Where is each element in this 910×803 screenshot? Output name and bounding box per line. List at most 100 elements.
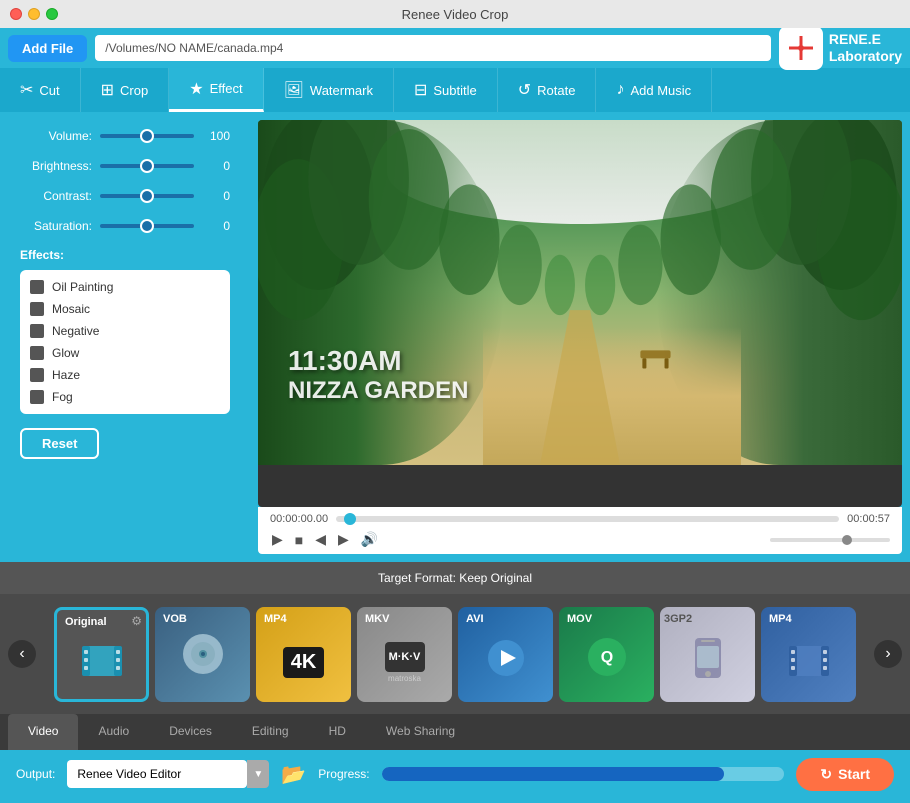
effect-oil-painting[interactable]: Oil Painting: [28, 276, 222, 298]
video-overlay-text: 11:30AM NIZZA GARDEN: [288, 345, 468, 405]
brightness-label: Brightness:: [20, 159, 92, 173]
volume-button[interactable]: 🔊: [359, 529, 380, 550]
tab-effect[interactable]: ★ Effect: [169, 68, 263, 112]
output-tab-web-sharing[interactable]: Web Sharing: [366, 714, 475, 750]
output-input[interactable]: [67, 760, 247, 788]
format-item-original[interactable]: ⚙ Original: [54, 607, 149, 702]
effect-glow[interactable]: Glow: [28, 342, 222, 364]
output-tabs: Video Audio Devices Editing HD Web Shari…: [0, 714, 910, 750]
contrast-slider-container: [100, 188, 194, 204]
video-container: 11:30AM NIZZA GARDEN: [258, 120, 902, 507]
format-prev-button[interactable]: ‹: [8, 640, 36, 668]
haze-label: Haze: [52, 368, 80, 382]
video-panel: 11:30AM NIZZA GARDEN 00:00:00.00 00:00:5…: [250, 112, 910, 562]
saturation-row: Saturation: 0: [20, 218, 230, 234]
output-input-wrap: ▼: [67, 760, 269, 788]
format-item-mov[interactable]: MOV Q: [559, 607, 654, 702]
format-label: Target Format: Keep Original: [378, 571, 532, 585]
output-tab-video[interactable]: Video: [8, 714, 78, 750]
effects-list: Oil Painting Mosaic Negative Glow Haze F…: [20, 270, 230, 414]
timeline-track[interactable]: [336, 516, 839, 522]
output-dropdown-button[interactable]: ▼: [247, 760, 269, 788]
mp4-4k-label: MP4: [264, 613, 287, 625]
tab-subtitle[interactable]: ⊟ Subtitle: [394, 68, 498, 112]
contrast-slider[interactable]: [100, 194, 194, 198]
output-tab-hd[interactable]: HD: [309, 714, 366, 750]
volume-label: Volume:: [20, 129, 92, 143]
tab-watermark[interactable]: 🖼 Watermark: [264, 68, 394, 112]
vob-label: VOB: [163, 613, 187, 625]
timeline-row: 00:00:00.00 00:00:57: [266, 513, 894, 525]
gear-icon: ⚙: [131, 614, 142, 628]
volume-row: Volume: 100: [20, 128, 230, 144]
saturation-value: 0: [202, 219, 230, 233]
frame-prev-button[interactable]: ◀: [313, 529, 328, 550]
format-item-avi[interactable]: AVI: [458, 607, 553, 702]
effect-haze[interactable]: Haze: [28, 364, 222, 386]
tab-cut[interactable]: ✂ Cut: [0, 68, 81, 112]
controls-row: ▶ ■ ◀ ▶ 🔊: [266, 525, 894, 550]
crop-icon: ⊞: [101, 80, 114, 100]
mp4-label: MP4: [769, 613, 792, 625]
effect-negative[interactable]: Negative: [28, 320, 222, 342]
volume-thumb[interactable]: [842, 535, 852, 545]
saturation-slider[interactable]: [100, 224, 194, 228]
effect-fog[interactable]: Fog: [28, 386, 222, 408]
volume-slider[interactable]: [100, 134, 194, 138]
fog-checkbox[interactable]: [30, 390, 44, 404]
format-item-mp4-4k[interactable]: MP4 4K: [256, 607, 351, 702]
tab-rotate[interactable]: ↺ Rotate: [498, 68, 597, 112]
effects-label: Effects:: [20, 248, 230, 262]
volume-track[interactable]: [770, 538, 890, 542]
output-tab-audio[interactable]: Audio: [78, 714, 149, 750]
main-content: Volume: 100 Brightness: 0 Contrast: 0 Sa…: [0, 112, 910, 562]
timeline-thumb[interactable]: [344, 513, 356, 525]
frame-next-button[interactable]: ▶: [336, 529, 351, 550]
logo-text: RENE.E Laboratory: [829, 31, 902, 65]
start-button[interactable]: ↻ Start: [796, 758, 894, 791]
play-button[interactable]: ▶: [270, 529, 285, 550]
negative-checkbox[interactable]: [30, 324, 44, 338]
brightness-slider-container: [100, 158, 194, 174]
tab-add-music[interactable]: ♪ Add Music: [596, 68, 712, 112]
mosaic-checkbox[interactable]: [30, 302, 44, 316]
effect-icon: ★: [189, 79, 203, 99]
fog-label: Fog: [52, 390, 73, 404]
effect-mosaic[interactable]: Mosaic: [28, 298, 222, 320]
file-path: /Volumes/NO NAME/canada.mp4: [95, 35, 771, 61]
volume-slider-container: [100, 128, 194, 144]
format-item-3gp2[interactable]: 3GP2: [660, 607, 755, 702]
3gp2-label: 3GP2: [664, 613, 692, 625]
format-item-mkv[interactable]: MKV M·K·V matroska: [357, 607, 452, 702]
rotate-icon: ↺: [518, 80, 531, 100]
timeline-area: 00:00:00.00 00:00:57 ▶ ■ ◀ ▶ 🔊: [258, 507, 902, 554]
output-label: Output:: [16, 767, 55, 781]
nav-tabs: ✂ Cut ⊞ Crop ★ Effect 🖼 Watermark ⊟ Subt…: [0, 68, 910, 112]
maximize-button[interactable]: [46, 8, 58, 20]
haze-checkbox[interactable]: [30, 368, 44, 382]
brightness-slider[interactable]: [100, 164, 194, 168]
reset-button[interactable]: Reset: [20, 428, 99, 459]
tab-crop[interactable]: ⊞ Crop: [81, 68, 170, 112]
bottom-bar: Output: ▼ 📂 Progress: ↻ Start: [0, 750, 910, 798]
avi-label: AVI: [466, 613, 484, 625]
watermark-icon: 🖼: [284, 80, 304, 100]
saturation-label: Saturation:: [20, 219, 92, 233]
format-next-button[interactable]: ›: [874, 640, 902, 668]
format-item-mp4[interactable]: MP4: [761, 607, 856, 702]
folder-button[interactable]: 📂: [281, 762, 306, 787]
minimize-button[interactable]: [28, 8, 40, 20]
mkv-label: MKV: [365, 613, 389, 625]
output-tab-editing[interactable]: Editing: [232, 714, 309, 750]
format-item-vob[interactable]: VOB: [155, 607, 250, 702]
output-tab-devices[interactable]: Devices: [149, 714, 232, 750]
oil-painting-checkbox[interactable]: [30, 280, 44, 294]
path-area: [483, 327, 741, 465]
music-icon: ♪: [616, 81, 624, 99]
progress-bar: [382, 767, 785, 781]
add-file-button[interactable]: Add File: [8, 35, 87, 62]
stop-button[interactable]: ■: [293, 530, 305, 550]
time-current: 00:00:00.00: [270, 513, 328, 525]
glow-checkbox[interactable]: [30, 346, 44, 360]
close-button[interactable]: [10, 8, 22, 20]
